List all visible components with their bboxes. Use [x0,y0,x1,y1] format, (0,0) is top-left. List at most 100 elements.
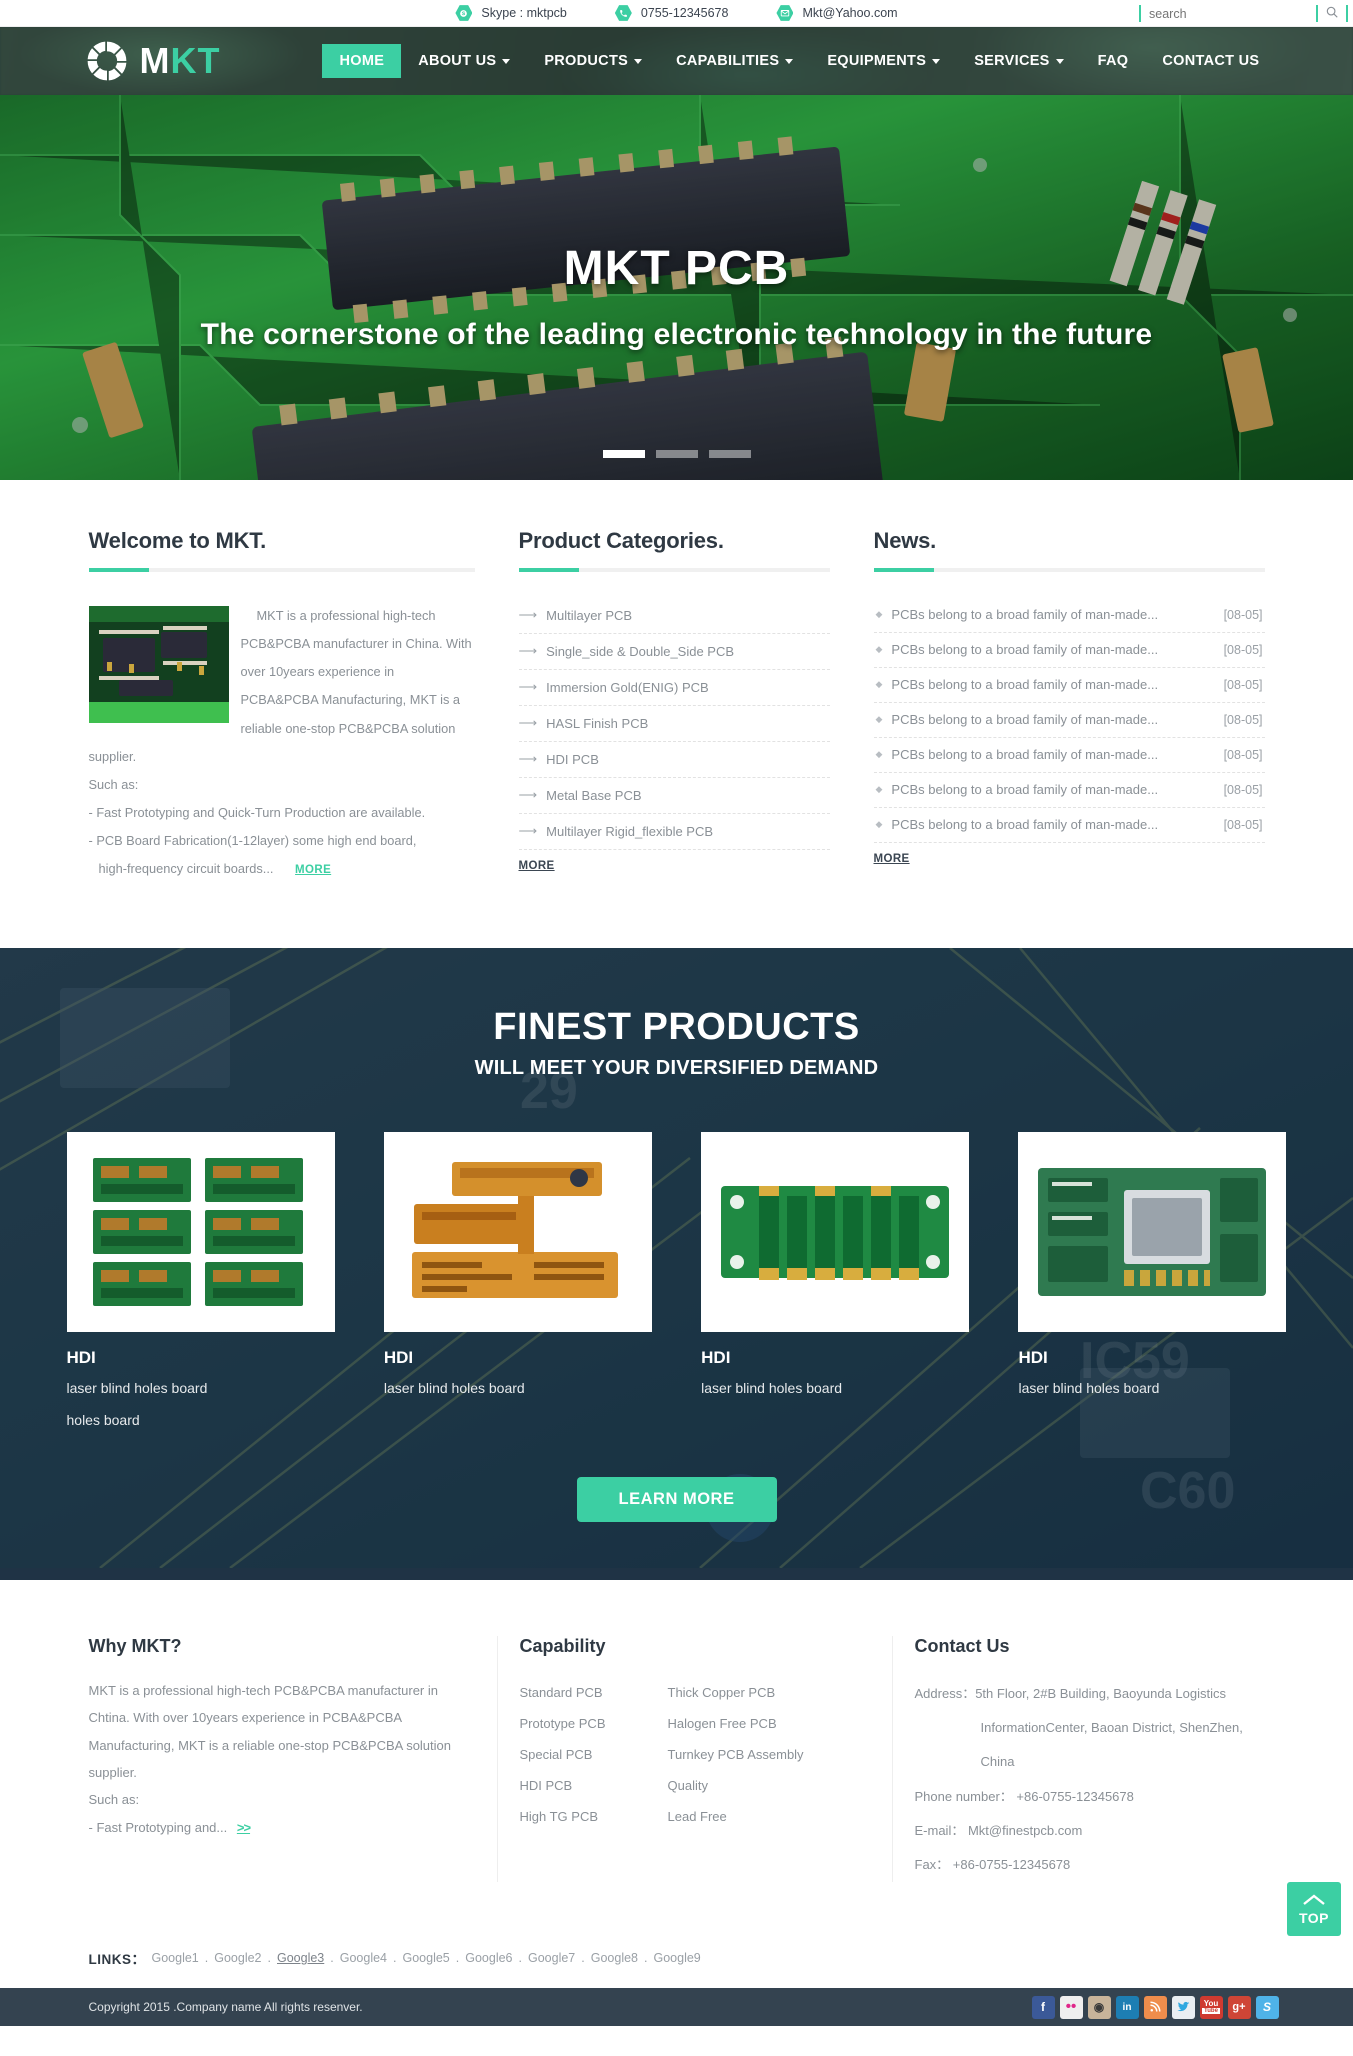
list-item[interactable]: ◆ PCBs belong to a broad family of man-ma… [873,738,1265,773]
list-item[interactable]: Turnkey PCB Assembly [668,1739,804,1770]
chevron-down-icon [932,58,941,64]
skype-icon[interactable]: S [1255,1995,1279,2019]
footer-link[interactable]: Google2 [214,1951,261,1965]
main-navigation[interactable]: HOME ABOUT US PRODUCTS CAPABILITIES EQUI… [322,44,1276,78]
topbar-phone[interactable]: 0755-12345678 [614,5,728,22]
news-list[interactable]: ◆ PCBs belong to a broad family of man-ma… [873,598,1265,843]
search-icon [1325,5,1339,22]
list-item[interactable]: ◆ PCBs belong to a broad family of man-ma… [873,808,1265,843]
product-image-frame [701,1131,970,1332]
twitter-icon[interactable] [1171,1995,1195,2019]
list-item[interactable]: Quality [668,1770,804,1801]
product-card[interactable]: HDI laser blind holes board [383,1131,652,1434]
list-item[interactable]: ◆ PCBs belong to a broad family of man-ma… [873,633,1265,668]
product-card[interactable]: HDI laser blind holes board [1018,1131,1287,1434]
googleplus-icon[interactable]: g+ [1227,1995,1251,2019]
nav-item-contact-us[interactable]: CONTACT US [1145,44,1276,78]
list-item[interactable]: ⟶ HDI PCB [518,742,830,778]
categories-title: Product Categories. [518,528,724,553]
list-item[interactable]: High TG PCB [520,1801,668,1832]
list-item[interactable]: Halogen Free PCB [668,1708,804,1739]
welcome-more-link[interactable]: MORE [285,858,331,883]
nav-label: EQUIPMENTS [827,53,927,69]
site-header: MKT HOME ABOUT US PRODUCTS CAPABILITIES … [0,27,1353,95]
news-more-link[interactable]: MORE [874,853,910,865]
chevron-up-icon [1303,1892,1325,1908]
nav-item-services[interactable]: SERVICES [957,44,1080,78]
finest-heading: FINEST PRODUCTS [493,1005,860,1048]
footer-link[interactable]: Google4 [340,1951,387,1965]
footer-link[interactable]: Google1 [152,1951,199,1965]
hero-slider[interactable]: MKT PCB The cornerstone of the leading e… [0,95,1353,480]
list-item[interactable]: ◆ PCBs belong to a broad family of man-ma… [873,703,1265,738]
topbar-skype[interactable]: Skype : mktpcb [455,5,567,22]
list-item[interactable]: ⟶ Single_side & Double_Side PCB [518,634,830,670]
list-item[interactable]: ◆ PCBs belong to a broad family of man-ma… [873,598,1265,633]
news-item-title: PCBs belong to a broad family of man-mad… [891,817,1159,832]
list-item[interactable]: ⟶ Multilayer Rigid_flexible PCB [518,814,830,850]
product-card[interactable]: HDI laser blind holes board [701,1131,970,1434]
chevron-down-icon [785,58,794,64]
slider-dot-3[interactable] [708,450,751,458]
category-list[interactable]: ⟶ Multilayer PCB ⟶ Single_side & Double_Si… [518,598,830,850]
logo[interactable]: MKT [85,39,221,83]
facebook-icon[interactable]: f [1031,1995,1055,2019]
footer-link[interactable]: Google7 [528,1951,575,1965]
bullet-icon: ◆ [875,784,883,794]
capability-column-1[interactable]: Standard PCB Prototype PCB Special PCB H… [520,1677,668,1832]
rss-icon[interactable] [1143,1995,1167,2019]
list-item[interactable]: ⟶ Immersion Gold(ENIG) PCB [518,670,830,706]
list-item[interactable]: ⟶ Metal Base PCB [518,778,830,814]
footer-link[interactable]: Google5 [403,1951,450,1965]
welcome-thumbnail-image [88,606,229,723]
list-item[interactable]: Prototype PCB [520,1708,668,1739]
list-item[interactable]: ⟶ Multilayer PCB [518,598,830,634]
slider-dots[interactable] [0,450,1353,458]
list-item[interactable]: Special PCB [520,1739,668,1770]
instagram-icon[interactable]: ◉ [1087,1995,1111,2019]
category-label: Single_side & Double_Side PCB [546,643,735,659]
footer-link[interactable]: Google3 [277,1951,324,1965]
categories-more-link[interactable]: MORE [519,860,555,872]
footer-link[interactable]: Google6 [465,1951,512,1965]
flickr-icon[interactable]: •• [1059,1995,1083,2019]
news-title: News. [873,528,937,553]
nav-item-capabilities[interactable]: CAPABILITIES [659,44,810,78]
search-button[interactable] [1318,1,1346,26]
footer-link[interactable]: Google8 [591,1951,638,1965]
list-item[interactable]: Thick Copper PCB [668,1677,804,1708]
news-item-title: PCBs belong to a broad family of man-mad… [891,642,1159,657]
list-item[interactable]: Standard PCB [520,1677,668,1708]
mail-icon [776,5,794,21]
why-mkt-more-link[interactable]: >> [237,1820,251,1835]
list-item[interactable]: Lead Free [668,1801,804,1832]
search-box[interactable] [1139,0,1348,27]
topbar-email[interactable]: Mkt@Yahoo.com [776,5,898,22]
nav-item-home[interactable]: HOME [322,44,402,78]
arrow-right-icon: ⟶ [518,679,538,694]
list-item[interactable]: HDI PCB [520,1770,668,1801]
product-name: HDI [701,1347,731,1367]
list-item[interactable]: ◆ PCBs belong to a broad family of man-ma… [873,773,1265,808]
linkedin-icon[interactable]: in [1115,1995,1139,2019]
capability-column-2[interactable]: Thick Copper PCB Halogen Free PCB Turnke… [668,1677,804,1832]
slider-dot-2[interactable] [655,450,698,458]
list-item[interactable]: ⟶ HASL Finish PCB [518,706,830,742]
news-item-date: [08-05] [1223,607,1263,622]
back-to-top-button[interactable]: TOP [1287,1882,1341,1936]
search-input[interactable] [1141,1,1316,26]
nav-item-products[interactable]: PRODUCTS [527,44,659,78]
category-label: HASL Finish PCB [546,715,649,731]
news-item-date: [08-05] [1223,817,1263,832]
product-card[interactable]: HDI laser blind holes board holes board [66,1131,335,1434]
nav-item-about-us[interactable]: ABOUT US [401,44,527,78]
list-item[interactable]: ◆ PCBs belong to a broad family of man-ma… [873,668,1265,703]
social-icons[interactable]: f •• ◉ in You Tube g+ S [1031,1995,1287,2019]
learn-more-button[interactable]: LEARN MORE [576,1477,777,1523]
footer-link[interactable]: Google9 [654,1951,701,1965]
youtube-icon[interactable]: You Tube [1199,1995,1223,2019]
nav-item-faq[interactable]: FAQ [1081,44,1146,78]
nav-item-equipments[interactable]: EQUIPMENTS [810,44,957,78]
welcome-line-2: - PCB Board Fabrication(1-12layer) some … [88,833,417,849]
slider-dot-1[interactable] [602,450,645,458]
